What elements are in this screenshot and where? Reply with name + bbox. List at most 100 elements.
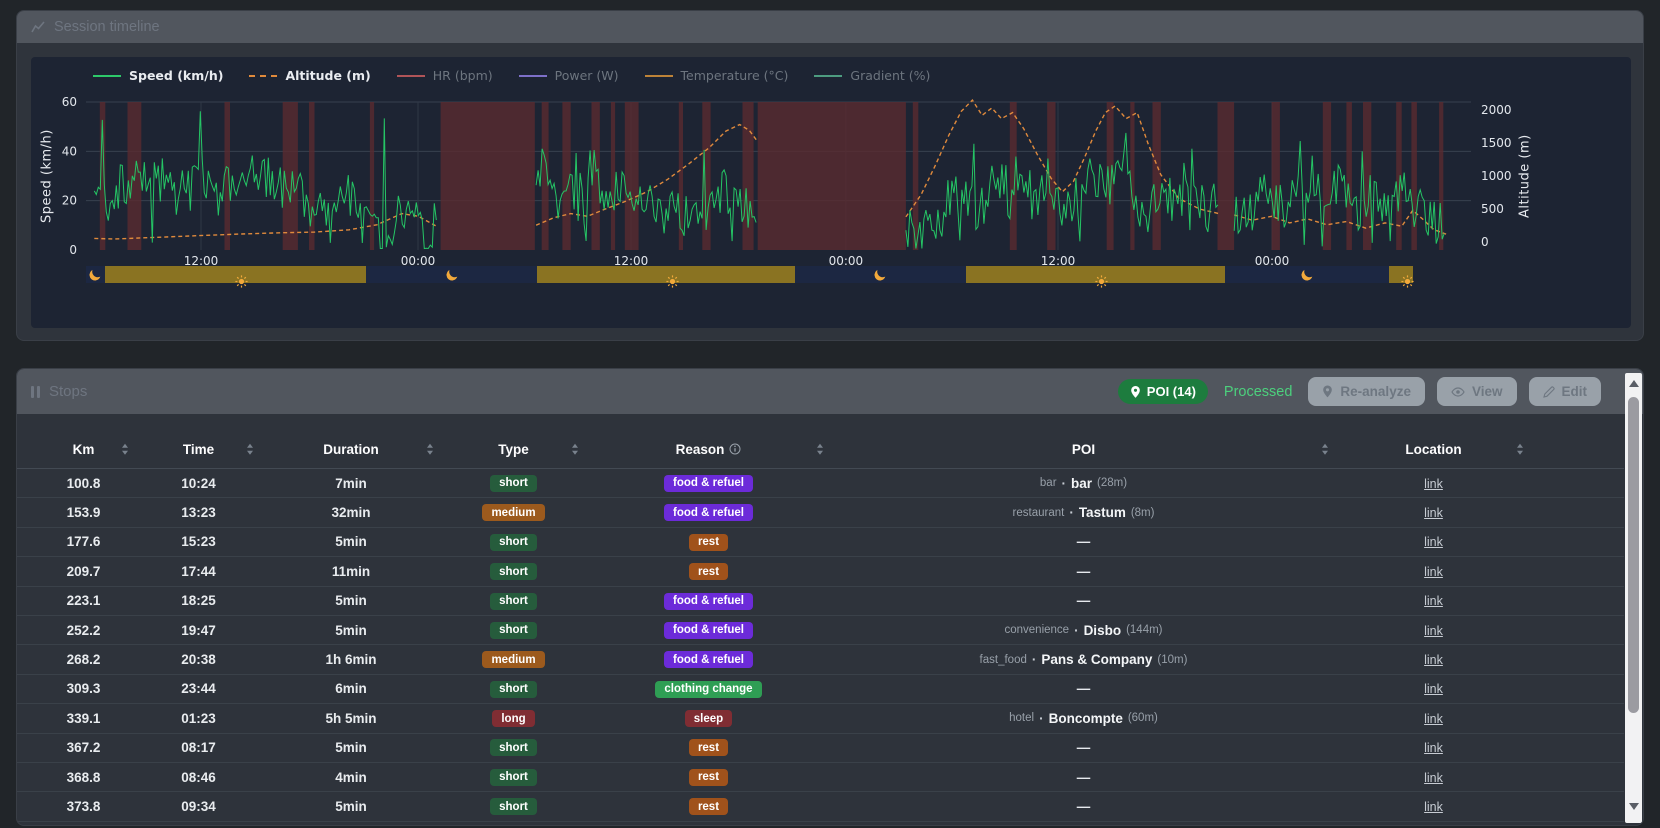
eye-icon [1451,387,1465,397]
location-link[interactable]: link [1424,594,1443,608]
cell-time: 23:44 [136,681,261,696]
sort-icon[interactable] [247,444,253,455]
column-header-location[interactable]: Location [1336,442,1531,457]
poi-distance: (28m) [1097,477,1127,489]
day-segment [105,266,366,283]
svg-text:40: 40 [62,144,77,158]
type-badge: short [490,534,537,551]
cell-location: link [1336,593,1531,608]
cell-type: short [441,768,586,786]
cell-poi: — [831,740,1336,755]
location-link[interactable]: link [1424,535,1443,549]
cell-location: link [1336,652,1531,667]
column-header-reason[interactable]: Reason [586,442,831,457]
cell-poi: — [831,564,1336,579]
info-icon[interactable] [729,443,741,455]
location-link[interactable]: link [1424,477,1443,491]
scrollbar-down-arrow[interactable] [1629,803,1639,810]
poi-distance: (60m) [1128,712,1158,724]
cell-time: 01:23 [136,711,261,726]
edit-button[interactable]: Edit [1529,377,1602,406]
scrollbar-up-arrow[interactable] [1629,380,1639,387]
day-segment [966,266,1225,283]
cell-duration: 5min [261,799,441,814]
svg-text:0: 0 [69,243,77,257]
column-header-poi[interactable]: POI [831,442,1336,457]
type-badge: short [490,563,537,580]
reason-badge: food & refuel [664,475,753,492]
cell-km: 367.2 [31,740,136,755]
table-row[interactable]: 209.717:4411minshortrest—link [17,557,1624,586]
poi-name: Tastum [1079,505,1126,520]
location-link[interactable]: link [1424,624,1443,638]
poi-separator: · [1032,652,1037,667]
stops-panel: Stops POI (14) Processed Re-analyzeViewE… [16,368,1644,826]
type-badge: short [490,593,537,610]
cell-type: short [441,680,586,698]
column-label: Km [73,442,95,457]
poi-separator: · [1069,505,1074,520]
cell-time: 09:34 [136,799,261,814]
table-row[interactable]: 252.219:475minshortfood & refuelconvenie… [17,616,1624,645]
location-link[interactable]: link [1424,771,1443,785]
sort-icon[interactable] [1517,444,1523,455]
cell-duration: 5min [261,740,441,755]
cell-poi: convenience·Disbo(144m) [831,623,1336,638]
reanalyze-button[interactable]: Re-analyze [1308,377,1425,406]
column-header-duration[interactable]: Duration [261,442,441,457]
table-row[interactable]: 339.101:235h 5minlongsleephotel·Boncompt… [17,704,1624,733]
sort-icon[interactable] [122,444,128,455]
cell-time: 18:25 [136,593,261,608]
cell-time: 10:24 [136,476,261,491]
cell-reason: food & refuel [586,651,831,669]
location-link[interactable]: link [1424,682,1443,696]
column-header-km[interactable]: Km [31,442,136,457]
table-row[interactable]: 367.208:175minshortrest—link [17,734,1624,763]
cell-km: 373.8 [31,799,136,814]
reason-badge: rest [689,563,728,580]
sort-icon[interactable] [427,444,433,455]
table-row[interactable]: 223.118:255minshortfood & refuel—link [17,587,1624,616]
column-header-type[interactable]: Type [441,442,586,457]
table-row[interactable]: 368.808:464minshortrest—link [17,763,1624,792]
location-link[interactable]: link [1424,565,1443,579]
scrollbar-thumb[interactable] [1628,397,1639,713]
sort-icon[interactable] [572,444,578,455]
session-timeline-panel: Session timeline Speed (km/h)Altitude (m… [16,10,1644,341]
view-button[interactable]: View [1437,377,1517,406]
column-label: Reason [676,442,725,457]
table-row[interactable]: 268.220:381h 6minmediumfood & refuelfast… [17,645,1624,674]
timeline-chart-svg: 0204060050010001500200012:0000:0012:0000… [31,57,1631,328]
table-row[interactable]: 390.310:4133minmediumfood & refuelbakery… [17,822,1624,823]
location-link[interactable]: link [1424,653,1443,667]
table-row[interactable]: 153.913:2332minmediumfood & refuelrestau… [17,498,1624,527]
cell-type: short [441,621,586,639]
reason-badge: food & refuel [664,622,753,639]
location-link[interactable]: link [1424,712,1443,726]
timeline-chart[interactable]: Speed (km/h)Altitude (m)HR (bpm)Power (W… [31,57,1631,328]
poi-distance: (8m) [1131,507,1155,519]
svg-text:60: 60 [62,95,77,109]
poi-separator: · [1062,476,1067,491]
reason-badge: food & refuel [664,593,753,610]
table-row[interactable]: 177.615:235minshortrest—link [17,528,1624,557]
column-label: Location [1405,442,1461,457]
night-segment [795,266,966,283]
table-row[interactable]: 100.810:247minshortfood & refuelbar·bar(… [17,469,1624,498]
column-header-time[interactable]: Time [136,442,261,457]
poi-empty: — [1077,799,1091,814]
sort-icon[interactable] [1322,444,1328,455]
stops-scrollbar[interactable] [1625,373,1642,823]
day-segment [1389,266,1413,283]
cell-reason: rest [586,563,831,581]
cell-km: 309.3 [31,681,136,696]
cell-type: short [441,563,586,581]
table-row[interactable]: 309.323:446minshortclothing change—link [17,675,1624,704]
location-link[interactable]: link [1424,741,1443,755]
location-link[interactable]: link [1424,800,1443,814]
table-row[interactable]: 373.809:345minshortrest—link [17,792,1624,821]
sort-icon[interactable] [817,444,823,455]
poi-separator: · [1074,623,1079,638]
location-link[interactable]: link [1424,506,1443,520]
poi-name: bar [1071,476,1092,491]
